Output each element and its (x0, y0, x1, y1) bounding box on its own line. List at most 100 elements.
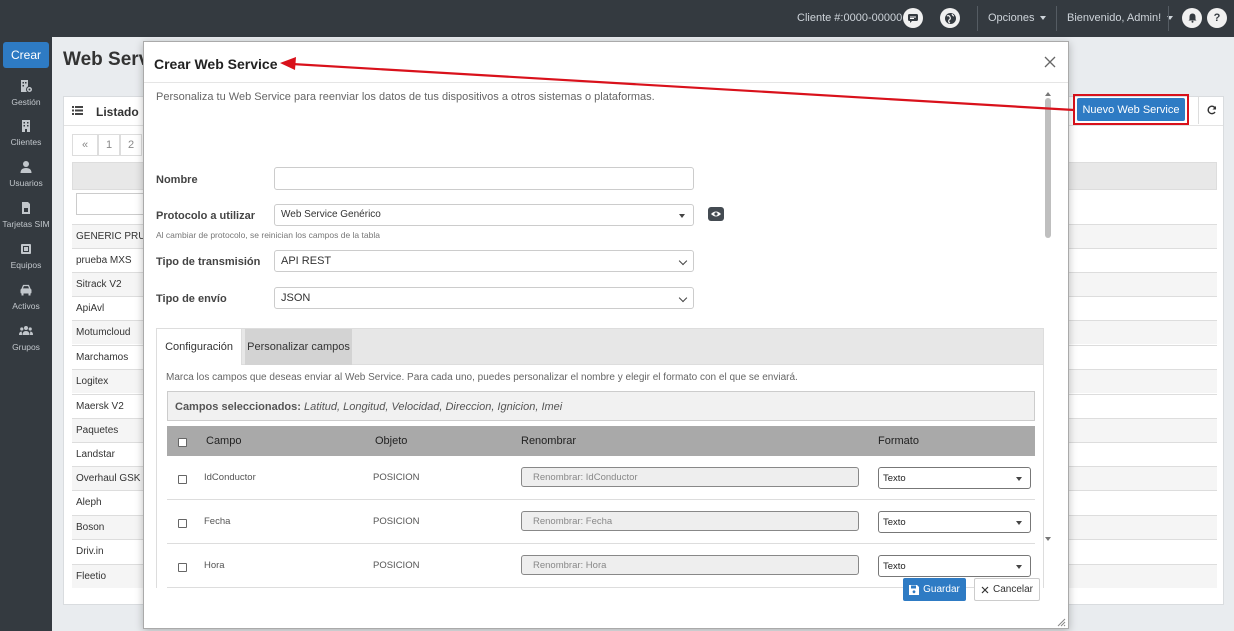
eye-icon[interactable] (708, 207, 724, 221)
new-web-service-button[interactable]: Nuevo Web Service (1077, 98, 1185, 121)
modal-description: Personaliza tu Web Service para reenviar… (156, 91, 655, 103)
save-button[interactable]: Guardar (903, 578, 966, 601)
envio-select[interactable]: JSON (274, 287, 694, 309)
chat-icon[interactable] (903, 8, 923, 28)
annotation-highlight: Nuevo Web Service (1073, 94, 1189, 125)
format-select[interactable]: Texto (878, 555, 1031, 577)
scroll-down-icon[interactable] (1045, 537, 1051, 541)
transmision-value: API REST (281, 255, 332, 267)
modal-title: Crear Web Service (154, 56, 278, 72)
user-icon (20, 161, 32, 173)
selected-fields-box: Campos seleccionados: Latitud, Longitud,… (167, 391, 1035, 421)
sidebar-item-tarjetas-sim[interactable]: Tarjetas SIM (0, 201, 52, 229)
format-value: Texto (883, 561, 906, 572)
protocolo-select[interactable]: Web Service Genérico (274, 204, 694, 226)
car-icon (20, 284, 32, 296)
rename-input[interactable]: Renombrar: IdConductor (521, 467, 859, 487)
save-icon (909, 584, 920, 595)
pager-prev[interactable]: « (72, 134, 98, 156)
row-name: Marchamos (76, 352, 129, 363)
chevron-down-icon (678, 293, 688, 303)
protocolo-label: Protocolo a utilizar (156, 210, 256, 222)
top-navbar: Cliente #:0000-00000 Opciones Bienvenido… (0, 0, 1234, 37)
building-icon (22, 120, 30, 132)
field-objeto: POSICION (373, 472, 420, 483)
tab-description: Marca los campos que deseas enviar al We… (166, 372, 798, 383)
sidebar-item-equipos[interactable]: Equipos (0, 242, 52, 270)
refresh-button[interactable] (1198, 96, 1224, 124)
row-name: Boson (76, 522, 105, 533)
row-name: Overhaul GSK (76, 473, 141, 484)
create-button[interactable]: Crear (3, 42, 49, 68)
nombre-input[interactable] (274, 167, 694, 190)
rename-input[interactable]: Renombrar: Hora (521, 555, 859, 575)
row-name: Aleph (76, 497, 102, 508)
format-select[interactable]: Texto (878, 511, 1031, 533)
row-name: Maersk V2 (76, 401, 124, 412)
field-row: Fecha POSICION Renombrar: Fecha Texto (167, 500, 1035, 544)
caret-down-icon (1016, 521, 1022, 525)
field-checkbox[interactable] (178, 519, 187, 528)
user-menu[interactable]: Bienvenido, Admin! (1067, 12, 1174, 24)
row-name: Driv.in (76, 546, 104, 557)
chevron-down-icon (678, 256, 688, 266)
col-campo: Campo (206, 435, 242, 447)
bell-icon[interactable] (1182, 8, 1202, 28)
sidebar-item-label: Activos (12, 301, 40, 311)
sidebar-item-clientes[interactable]: Clientes (0, 119, 52, 147)
field-objeto: POSICION (373, 516, 420, 527)
transmision-select[interactable]: API REST (274, 250, 694, 272)
tab-configuracion[interactable]: Configuración (157, 329, 242, 365)
nombre-label: Nombre (156, 174, 198, 186)
sidebar-item-usuarios[interactable]: Usuarios (0, 160, 52, 188)
create-web-service-modal: Crear Web Service Personaliza tu Web Ser… (143, 41, 1069, 629)
sidebar-item-label: Clientes (10, 137, 42, 147)
pager-page-1[interactable]: 1 (98, 134, 120, 156)
select-all-checkbox[interactable] (178, 438, 187, 447)
row-name: GENERIC PRU (76, 231, 146, 242)
resize-handle-icon[interactable] (1056, 617, 1066, 627)
close-icon[interactable] (1043, 55, 1057, 69)
options-label: Opciones (988, 12, 1035, 24)
scrollbar-thumb[interactable] (1045, 98, 1051, 238)
field-checkbox[interactable] (178, 563, 187, 572)
row-name: Fleetio (76, 571, 107, 582)
client-id: Cliente #:0000-00000 (797, 12, 903, 24)
sidebar-item-activos[interactable]: Activos (0, 283, 52, 311)
sidebar-item-label: Usuarios (9, 178, 43, 188)
field-campo: IdConductor (204, 472, 256, 483)
help-glyph: ? (1213, 12, 1221, 24)
envio-value: JSON (281, 292, 311, 304)
selected-fields: Latitud, Longitud, Velocidad, Direccion,… (304, 401, 563, 413)
sidebar-item-grupos[interactable]: Grupos (0, 324, 52, 352)
device-icon (21, 244, 31, 254)
caret-down-icon (1016, 565, 1022, 569)
sidebar-item-gestion[interactable]: Gestión (0, 79, 52, 107)
sidebar-item-label: Equipos (10, 260, 42, 270)
row-name: Sitrack V2 (76, 279, 122, 290)
selected-label: Campos seleccionados: (175, 401, 301, 413)
sidebar-item-label: Gestión (11, 97, 41, 107)
modal-body: Personaliza tu Web Service para reenviar… (144, 83, 1056, 588)
row-name: Motumcloud (76, 327, 131, 338)
list-icon (72, 106, 83, 115)
sidebar: Crear Gestión Clientes Usuarios Tarjetas… (0, 37, 52, 631)
row-name: ApiAvl (76, 303, 105, 314)
page-title: Web Serv (63, 49, 150, 70)
cancel-button[interactable]: Cancelar (974, 578, 1040, 601)
sidebar-item-label: Tarjetas SIM (2, 219, 50, 229)
field-checkbox[interactable] (178, 475, 187, 484)
close-icon (981, 586, 989, 593)
options-menu[interactable]: Opciones (988, 12, 1047, 24)
help-icon[interactable]: ? (1207, 8, 1227, 28)
format-select[interactable]: Texto (878, 467, 1031, 489)
field-row: IdConductor POSICION Renombrar: IdConduc… (167, 456, 1035, 500)
col-formato: Formato (878, 435, 919, 447)
pager-page-2[interactable]: 2 (120, 134, 142, 156)
rename-input[interactable]: Renombrar: Fecha (521, 511, 859, 531)
scroll-up-icon[interactable] (1045, 92, 1051, 96)
field-campo: Fecha (204, 516, 231, 527)
globe-icon[interactable] (940, 8, 960, 28)
col-objeto: Objeto (375, 435, 408, 447)
tab-personalizar-campos[interactable]: Personalizar campos (245, 329, 352, 365)
